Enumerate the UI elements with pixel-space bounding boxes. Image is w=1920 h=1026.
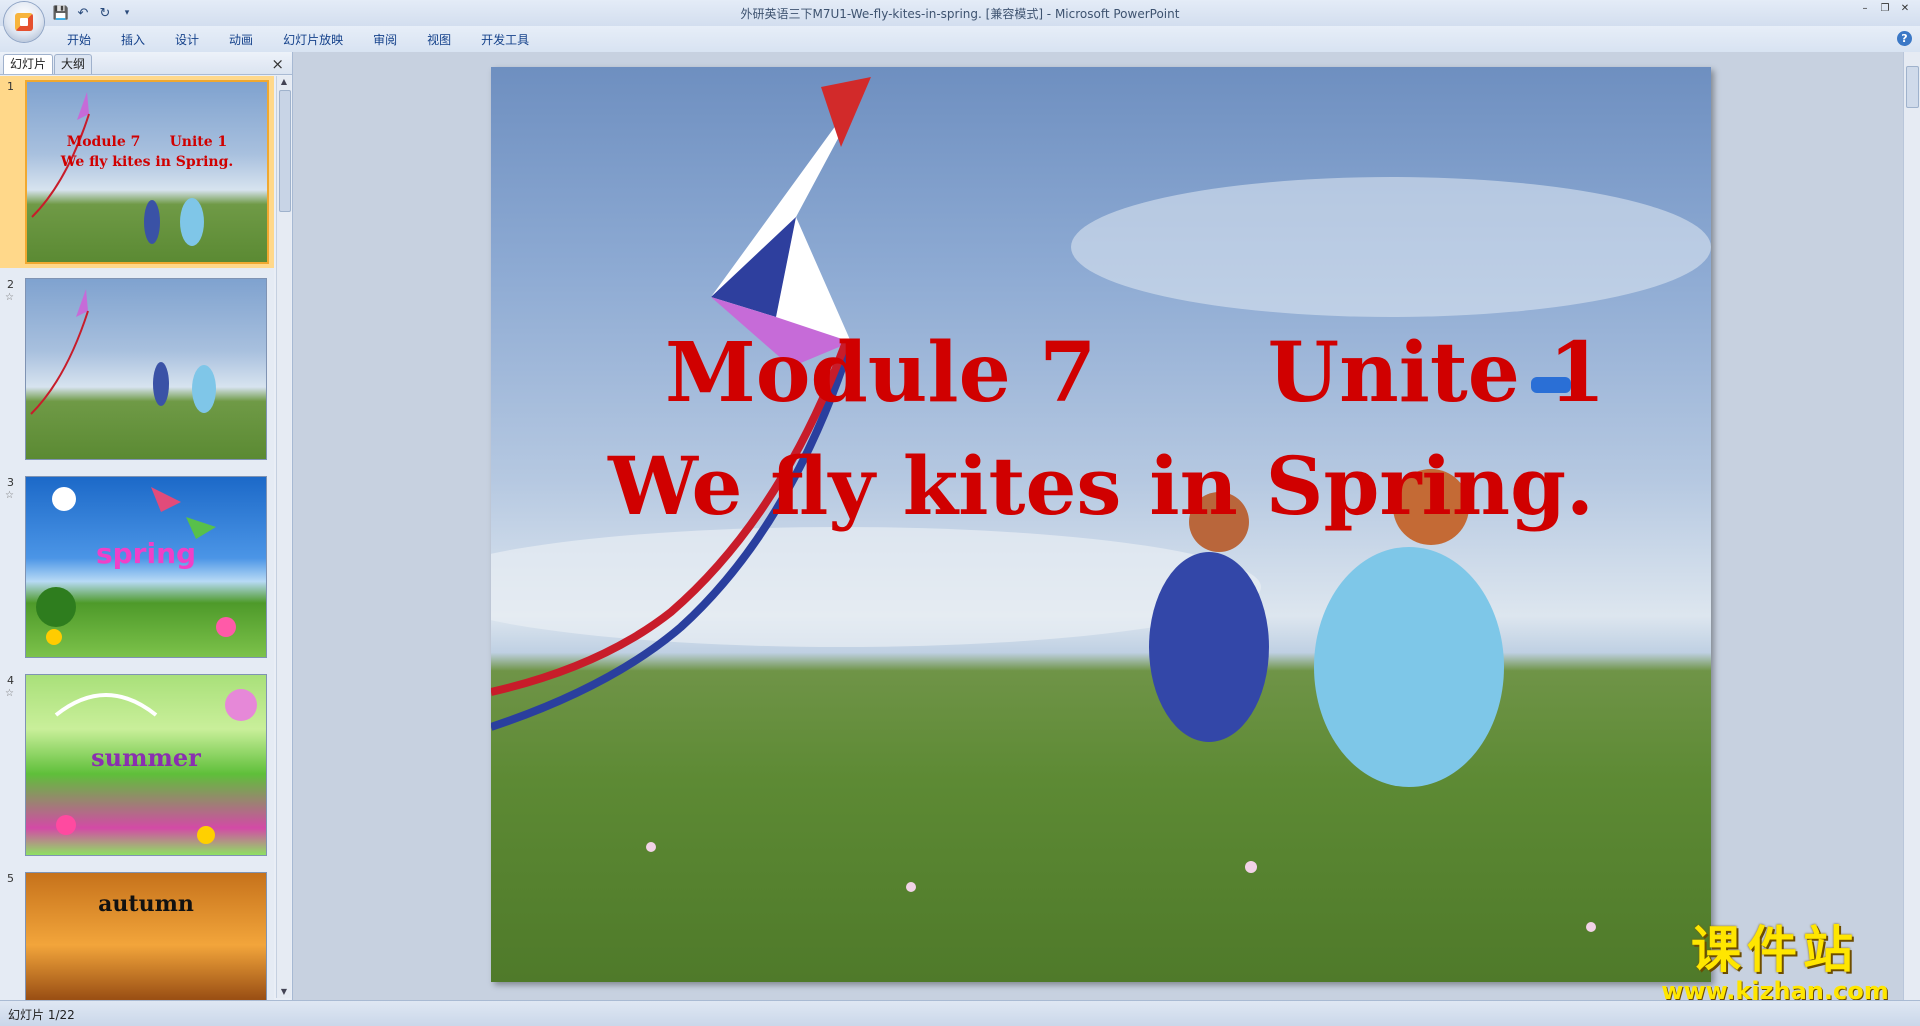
tab-view[interactable]: 视图 <box>412 30 466 50</box>
slide-title-line1[interactable]: Module 7 Unite 1 <box>491 325 1711 421</box>
thumb-title: autumn <box>98 891 194 917</box>
slide-thumbnail-4[interactable]: 4 ☆ summer <box>0 670 274 862</box>
tab-developer[interactable]: 开发工具 <box>466 30 544 50</box>
slide-thumbnail-2[interactable]: 2 ☆ <box>0 274 274 466</box>
office-logo-icon <box>15 13 33 31</box>
close-icon[interactable]: ✕ <box>1896 2 1914 16</box>
title-bar: 💾 ↶ ↻ ▾ 外研英语三下M7U1-We-fly-kites-in-sprin… <box>0 0 1920 42</box>
window-title: 外研英语三下M7U1-We-fly-kites-in-spring. [兼容模式… <box>740 7 1180 21</box>
slide-number: 3 <box>7 476 14 489</box>
animation-star-icon: ☆ <box>5 490 14 501</box>
slide-number: 5 <box>7 872 14 885</box>
slide-1: Module 7 Unite 1 We fly kites in Spring. <box>491 67 1711 982</box>
tab-design[interactable]: 设计 <box>160 30 214 50</box>
thumbnail-image: summer <box>25 674 267 856</box>
tab-home[interactable]: 开始 <box>52 30 106 50</box>
scroll-up-icon[interactable]: ▲ <box>277 76 291 88</box>
kite-illustration <box>31 92 204 246</box>
window-controls: – ❐ ✕ <box>1856 2 1914 16</box>
tab-insert[interactable]: 插入 <box>106 30 160 50</box>
scrollbar-thumb[interactable] <box>1906 66 1919 108</box>
thumb-title-line2: We fly kites in Spring. <box>60 154 234 170</box>
site-watermark: 课件站 www.kjzhan.com <box>1650 922 1900 1004</box>
slide-thumbnail-1[interactable]: 1 Module 7 Unite 1 We fly kites in Sprin… <box>0 76 274 268</box>
tab-outline[interactable]: 大纲 <box>54 54 93 74</box>
tab-review[interactable]: 审阅 <box>358 30 412 50</box>
slide-number: 1 <box>7 80 14 93</box>
tab-slides[interactable]: 幻灯片 <box>3 54 54 74</box>
slide-thumbnail-3[interactable]: 3 ☆ spring <box>0 472 274 664</box>
close-pane-icon[interactable]: × <box>271 55 284 73</box>
tab-slide-show[interactable]: 幻灯片放映 <box>268 30 358 50</box>
slide-thumbnail-5[interactable]: 5 autumn <box>0 868 274 1000</box>
thumb-title-line1: Module 7 Unite 1 <box>66 134 228 150</box>
slide-number: 2 <box>7 278 14 291</box>
office-button[interactable] <box>4 2 44 42</box>
minimize-icon[interactable]: – <box>1856 2 1874 16</box>
slide-scrollbar[interactable] <box>1903 52 1920 1000</box>
thumb-title: summer <box>91 743 201 772</box>
ribbon-tab-bar: 开始 插入 设计 动画 幻灯片放映 审阅 视图 开发工具 ? <box>0 26 1920 53</box>
animation-star-icon: ☆ <box>5 688 14 699</box>
slides-pane-tabs: 幻灯片 大纲 × <box>0 52 292 75</box>
help-icon[interactable]: ? <box>1897 31 1912 46</box>
thumbnail-image: autumn <box>25 872 267 1000</box>
thumbnail-image <box>25 278 267 460</box>
slide-thumbnail-list: 1 Module 7 Unite 1 We fly kites in Sprin… <box>0 76 274 1000</box>
slide-counter: 幻灯片 1/22 <box>8 1008 75 1022</box>
slide-title-line2[interactable]: We fly kites in Spring. <box>491 439 1711 533</box>
slide-canvas[interactable]: Module 7 Unite 1 We fly kites in Spring. <box>491 67 1711 982</box>
thumbnail-scrollbar[interactable]: ▲ ▼ <box>276 76 291 998</box>
slide-editing-area: Module 7 Unite 1 We fly kites in Spring. <box>293 52 1910 1000</box>
tab-animations[interactable]: 动画 <box>214 30 268 50</box>
status-bar: 幻灯片 1/22 <box>0 1000 1920 1026</box>
slide-number: 4 <box>7 674 14 687</box>
thumbnail-image: spring <box>25 476 267 658</box>
kite-illustration <box>30 289 216 415</box>
scrollbar-thumb[interactable] <box>279 90 291 212</box>
animation-star-icon: ☆ <box>5 292 14 303</box>
thumbnail-image: Module 7 Unite 1 We fly kites in Spring. <box>25 80 269 264</box>
watermark-logo-text: 课件站 <box>1691 921 1859 979</box>
scroll-down-icon[interactable]: ▼ <box>277 986 291 998</box>
thumb-title: spring <box>95 537 197 570</box>
slides-pane: 幻灯片 大纲 × 1 Module 7 Unite 1 We fly kites… <box>0 52 293 1000</box>
restore-icon[interactable]: ❐ <box>1876 2 1894 16</box>
